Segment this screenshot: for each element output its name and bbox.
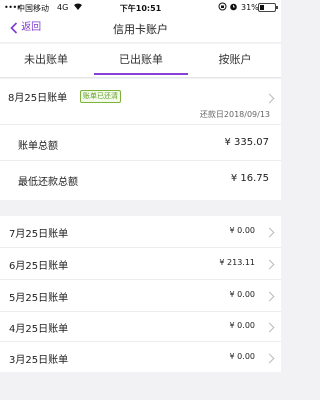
divider	[0, 160, 281, 161]
status-time: 下午10:51	[119, 4, 162, 13]
tab-label: 按账户	[218, 53, 252, 66]
tab-bar: 未出账单 已出账单 按账户	[0, 44, 281, 78]
status-bar: •••• 中国移动 4G 下午10:51 31%	[0, 0, 281, 14]
nav-bar: 返回 信用卡账户	[0, 14, 281, 42]
orientation-lock-icon	[218, 2, 227, 13]
tab-by-account[interactable]: 按账户	[189, 44, 281, 77]
min-payment-value: ¥ 16.75	[230, 173, 269, 184]
bill-amount: ¥ 0.00	[229, 321, 255, 330]
status-badge: 账单已还清	[80, 90, 121, 103]
bill-amount: ¥ 0.00	[229, 290, 255, 299]
bill-date: 4月25日账单	[9, 324, 69, 335]
list-item[interactable]: 6月25日账单 ¥ 213.11	[0, 248, 281, 279]
active-tab-indicator	[94, 73, 188, 75]
list-item[interactable]: 4月25日账单 ¥ 0.00	[0, 312, 281, 341]
due-date: 还款日2018/09/13	[199, 110, 270, 119]
tab-billed[interactable]: 已出账单	[94, 44, 188, 77]
bill-amount: ¥ 0.00	[229, 352, 255, 361]
bill-date: 3月25日账单	[9, 355, 69, 366]
bill-date: 7月25日账单	[9, 229, 69, 240]
battery-icon	[258, 3, 278, 12]
min-payment-label: 最低还款总额	[18, 177, 78, 188]
battery-percent: 31%	[241, 3, 259, 12]
chevron-right-icon	[264, 259, 275, 270]
bill-date: 6月25日账单	[9, 261, 69, 272]
total-label: 账单总额	[18, 141, 58, 152]
bill-date: 8月25日账单	[8, 93, 68, 104]
list-item[interactable]: 3月25日账单 ¥ 0.00	[0, 342, 281, 372]
alarm-icon	[229, 2, 238, 13]
tab-label: 已出账单	[119, 53, 163, 66]
chevron-right-icon	[264, 291, 275, 302]
tab-label: 未出账单	[24, 53, 68, 66]
bill-amount: ¥ 0.00	[229, 226, 255, 235]
chevron-right-icon	[264, 353, 275, 364]
chevron-right-icon	[264, 227, 275, 238]
bill-amount: ¥ 213.11	[219, 258, 255, 267]
total-value: ¥ 335.07	[224, 137, 269, 148]
list-item[interactable]: 7月25日账单 ¥ 0.00	[0, 216, 281, 247]
chevron-right-icon	[264, 322, 275, 333]
tab-unbilled[interactable]: 未出账单	[0, 44, 92, 77]
list-item[interactable]: 5月25日账单 ¥ 0.00	[0, 280, 281, 311]
divider	[0, 124, 281, 125]
bill-date: 5月25日账单	[9, 293, 69, 304]
page-title: 信用卡账户	[113, 23, 168, 36]
